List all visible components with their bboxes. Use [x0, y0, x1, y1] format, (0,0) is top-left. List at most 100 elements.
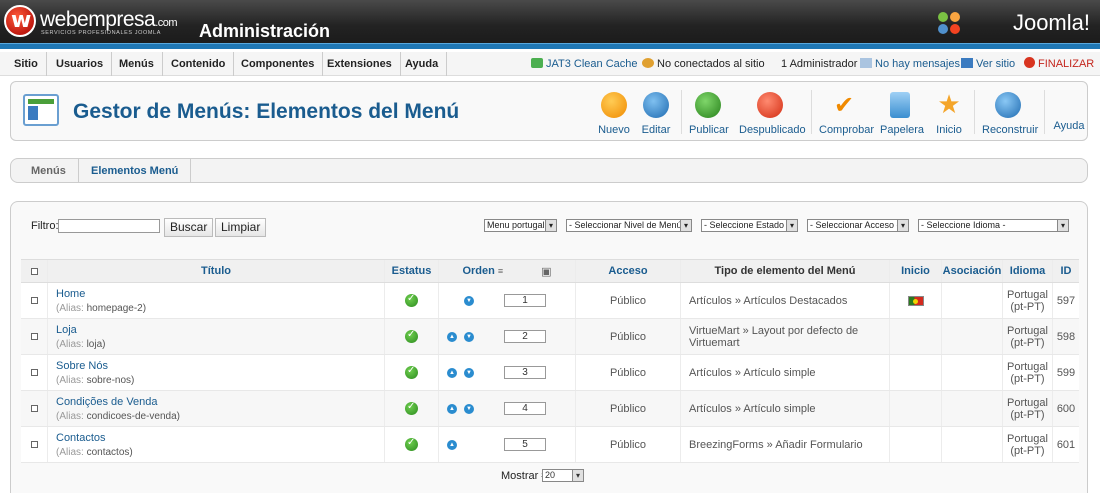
- cache-link[interactable]: JAT3 Clean Cache: [531, 52, 638, 76]
- publish-button[interactable]: Publicar: [689, 90, 729, 136]
- messages-link[interactable]: No hay mensajes: [860, 52, 960, 76]
- menu-sitio[interactable]: Sitio: [6, 52, 47, 76]
- tab-menus[interactable]: Menús: [19, 159, 79, 183]
- home-cell: [889, 283, 941, 318]
- checkbox[interactable]: [30, 441, 38, 448]
- move-down-icon[interactable]: ▼: [464, 331, 474, 342]
- clear-button[interactable]: Limpiar: [215, 218, 267, 237]
- row-checkbox[interactable]: [21, 355, 47, 390]
- edit-button[interactable]: Editar: [641, 90, 671, 136]
- order-input[interactable]: 3: [504, 366, 546, 379]
- move-down-icon[interactable]: ▼: [464, 295, 474, 306]
- select-all-checkbox[interactable]: [21, 260, 47, 282]
- published-icon[interactable]: [405, 329, 418, 343]
- menu-ayuda[interactable]: Ayuda: [397, 52, 448, 76]
- move-up-icon[interactable]: ▲: [447, 403, 457, 414]
- published-icon[interactable]: [405, 365, 418, 379]
- checkmark-icon: ✔: [833, 91, 855, 119]
- unpublish-button[interactable]: Despublicado: [739, 90, 806, 136]
- order-input[interactable]: 4: [504, 402, 546, 415]
- item-title-link[interactable]: Contactos: [56, 432, 106, 444]
- item-title-link[interactable]: Loja: [56, 324, 77, 336]
- status-cell: [384, 283, 438, 318]
- check-icon: [695, 92, 721, 118]
- row-checkbox[interactable]: [21, 319, 47, 354]
- checkbox[interactable]: [30, 297, 38, 304]
- move-down-icon[interactable]: ▼: [464, 403, 474, 414]
- header-status[interactable]: Estatus: [384, 260, 438, 282]
- published-icon[interactable]: [405, 437, 418, 451]
- rebuild-button[interactable]: Reconstruir: [982, 90, 1038, 136]
- header-order[interactable]: Orden ≡ ▣: [438, 260, 575, 282]
- order-input[interactable]: 2: [504, 330, 546, 343]
- access-cell: Público: [575, 283, 680, 318]
- item-title-link[interactable]: Sobre Nós: [56, 360, 108, 372]
- title-cell: Home (Alias: homepage-2): [47, 283, 384, 318]
- trash-icon: [890, 92, 910, 118]
- toolbar-box: Gestor de Menús: Elementos del Menú Nuev…: [10, 81, 1088, 141]
- state-select[interactable]: - Seleccione Estado -: [701, 219, 798, 232]
- menu-usuarios[interactable]: Usuarios: [48, 52, 113, 76]
- menu-componentes[interactable]: Componentes: [233, 52, 324, 76]
- menu-select[interactable]: Menu portugal: [484, 219, 557, 232]
- checkbox[interactable]: [30, 267, 38, 275]
- level-select[interactable]: - Seleccionar Nivel de Menú -: [566, 219, 692, 232]
- header-type[interactable]: Tipo de elemento del Menú: [680, 260, 889, 282]
- checkbox[interactable]: [30, 405, 38, 412]
- help-button[interactable]: Ayuda: [1053, 120, 1085, 132]
- header-association[interactable]: Asociación: [941, 260, 1002, 282]
- trash-button[interactable]: Papelera: [880, 90, 924, 136]
- checkbox[interactable]: [30, 369, 38, 376]
- header-language[interactable]: Idioma: [1002, 260, 1052, 282]
- sort-icon: ≡: [497, 266, 504, 276]
- view-site-link[interactable]: Ver sitio: [961, 52, 1015, 76]
- id-cell: 598: [1052, 319, 1079, 354]
- home-button[interactable]: ★ Inicio: [934, 90, 964, 136]
- header-access[interactable]: Acceso: [575, 260, 680, 282]
- move-up-icon[interactable]: ▲: [447, 439, 457, 450]
- title-cell: Contactos (Alias: contactos): [47, 427, 384, 462]
- row-checkbox[interactable]: [21, 427, 47, 462]
- item-title-link[interactable]: Home: [56, 288, 85, 300]
- header-id[interactable]: ID: [1052, 260, 1079, 282]
- checkbox[interactable]: [30, 333, 38, 340]
- order-input[interactable]: 1: [504, 294, 546, 307]
- logout-link[interactable]: FINALIZAR: [1024, 52, 1094, 76]
- menu-contenido[interactable]: Contenido: [163, 52, 235, 76]
- access-select[interactable]: - Seleccionar Acceso -: [807, 219, 909, 232]
- row-checkbox[interactable]: [21, 391, 47, 426]
- save-order-icon[interactable]: ▣: [541, 265, 551, 278]
- order-cell: ▲ ▼ 2: [438, 319, 575, 354]
- published-icon[interactable]: [405, 401, 418, 415]
- menu-extensiones[interactable]: Extensiones: [319, 52, 401, 76]
- portugal-flag-icon[interactable]: [907, 295, 924, 306]
- order-input[interactable]: 5: [504, 438, 546, 451]
- pagination-limit-select[interactable]: 20: [542, 469, 584, 482]
- search-button[interactable]: Buscar: [164, 218, 214, 237]
- access-cell: Público: [575, 427, 680, 462]
- published-icon[interactable]: [405, 293, 418, 307]
- status-cell: [384, 355, 438, 390]
- move-down-icon[interactable]: ▼: [464, 367, 474, 378]
- header-title[interactable]: Título: [47, 260, 384, 282]
- item-title-link[interactable]: Condições de Venda: [56, 396, 158, 408]
- header-home[interactable]: Inicio: [889, 260, 941, 282]
- language-select[interactable]: - Seleccione Idioma -: [918, 219, 1069, 232]
- filter-search-input[interactable]: [58, 219, 160, 233]
- brand-name: webempresa.com: [40, 8, 178, 31]
- admins-status: 1 Administrador: [781, 58, 858, 70]
- id-cell: 600: [1052, 391, 1079, 426]
- admin-menubar: Sitio Usuarios Menús Contenido Component…: [0, 52, 1100, 76]
- new-button[interactable]: Nuevo: [597, 90, 631, 136]
- title-cell: Sobre Nós (Alias: sobre-nos): [47, 355, 384, 390]
- type-cell: Artículos » Artículo simple: [680, 391, 889, 426]
- title-cell: Loja (Alias: loja): [47, 319, 384, 354]
- move-up-icon[interactable]: ▲: [447, 331, 457, 342]
- table-row: Condições de Venda (Alias: condicoes-de-…: [21, 391, 1079, 427]
- move-up-icon[interactable]: ▲: [447, 367, 457, 378]
- checkin-button[interactable]: ✔ Comprobar: [819, 90, 874, 136]
- tab-menu-items[interactable]: Elementos Menú: [79, 159, 192, 183]
- row-checkbox[interactable]: [21, 283, 47, 318]
- menu-menus[interactable]: Menús: [111, 52, 163, 76]
- power-icon: [1024, 57, 1035, 68]
